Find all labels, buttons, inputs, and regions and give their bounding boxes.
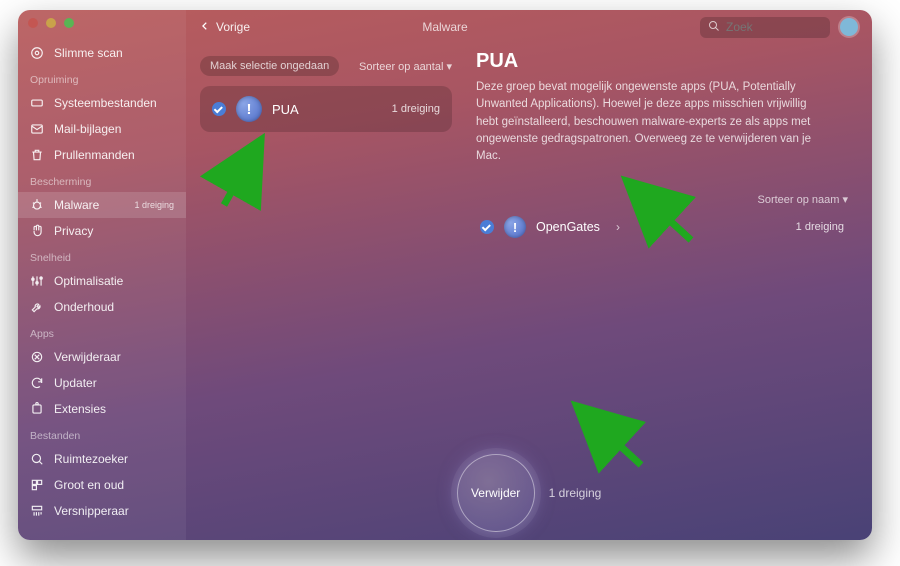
puzzle-icon bbox=[30, 402, 44, 416]
sidebar-heading: Bestanden bbox=[18, 422, 186, 446]
sidebar-item-space-lens[interactable]: Ruimtezoeker bbox=[18, 446, 186, 472]
account-avatar[interactable] bbox=[840, 18, 858, 36]
search-field[interactable] bbox=[700, 17, 830, 38]
sidebar-item-label: Prullenmanden bbox=[54, 148, 135, 162]
mail-icon bbox=[30, 122, 44, 136]
main-panel: Vorige Malware Maak selectie ongedaan So… bbox=[186, 10, 872, 540]
search-icon bbox=[708, 20, 720, 35]
sidebar-item-label: Extensies bbox=[54, 402, 106, 416]
sidebar-item-label: Malware bbox=[54, 198, 99, 212]
threat-item-row[interactable]: ! OpenGates › 1 dreiging bbox=[476, 206, 848, 248]
sidebar-item-label: Optimalisatie bbox=[54, 274, 123, 288]
threat-item-name: OpenGates bbox=[536, 220, 600, 234]
scan-icon bbox=[30, 46, 44, 60]
warning-icon: ! bbox=[504, 216, 526, 238]
threat-item-count: 1 dreiging bbox=[796, 221, 844, 233]
sidebar-item-uninstaller[interactable]: Verwijderaar bbox=[18, 344, 186, 370]
minimize-window-button[interactable] bbox=[46, 18, 56, 28]
deselect-all-button[interactable]: Maak selectie ongedaan bbox=[200, 56, 339, 76]
sidebar-item-label: Updater bbox=[54, 376, 97, 390]
sidebar-heading: Opruiming bbox=[18, 66, 186, 90]
topbar: Vorige Malware bbox=[186, 10, 872, 44]
chevron-right-icon: › bbox=[616, 220, 620, 234]
breadcrumb: Malware bbox=[200, 20, 690, 34]
boxes-icon bbox=[30, 478, 44, 492]
shredder-icon bbox=[30, 504, 44, 518]
sidebar-item-system-files[interactable]: Systeembestanden bbox=[18, 90, 186, 116]
hand-icon bbox=[30, 224, 44, 238]
sidebar-item-label: Slimme scan bbox=[54, 46, 123, 60]
sidebar-item-label: Ruimtezoeker bbox=[54, 452, 128, 466]
sidebar-item-malware[interactable]: Malware 1 dreiging bbox=[18, 192, 186, 218]
sidebar-heading: Snelheid bbox=[18, 244, 186, 268]
search-input[interactable] bbox=[726, 20, 822, 34]
detail-description: Deze groep bevat mogelijk ongewenste app… bbox=[476, 79, 816, 165]
threat-group-name: PUA bbox=[272, 102, 299, 117]
checkbox-checked-icon[interactable] bbox=[480, 220, 494, 234]
remove-button[interactable]: Verwijder bbox=[457, 454, 535, 532]
content-area: Maak selectie ongedaan Sorteer op aantal… bbox=[186, 44, 872, 540]
sidebar-item-label: Versnipperaar bbox=[54, 504, 129, 518]
refresh-icon bbox=[30, 376, 44, 390]
sidebar-item-mail-attachments[interactable]: Mail-bijlagen bbox=[18, 116, 186, 142]
window-controls bbox=[28, 18, 74, 28]
sidebar-item-label: Mail-bijlagen bbox=[54, 122, 121, 136]
sidebar-heading: Apps bbox=[18, 320, 186, 344]
zoom-window-button[interactable] bbox=[64, 18, 74, 28]
threat-list-panel: Maak selectie ongedaan Sorteer op aantal… bbox=[186, 44, 466, 540]
sidebar-item-optimization[interactable]: Optimalisatie bbox=[18, 268, 186, 294]
bug-icon bbox=[30, 198, 44, 212]
app-window: Slimme scan Opruiming Systeembestanden M… bbox=[18, 10, 872, 540]
sidebar-item-label: Groot en oud bbox=[54, 478, 124, 492]
sidebar-item-smart-scan[interactable]: Slimme scan bbox=[18, 40, 186, 66]
lens-icon bbox=[30, 452, 44, 466]
sidebar: Slimme scan Opruiming Systeembestanden M… bbox=[18, 10, 186, 540]
warning-icon: ! bbox=[236, 96, 262, 122]
trash-icon bbox=[30, 148, 44, 162]
sidebar-item-label: Verwijderaar bbox=[54, 350, 121, 364]
sliders-icon bbox=[30, 274, 44, 288]
sort-by-name-button[interactable]: Sorteer op naam ▾ bbox=[476, 193, 848, 206]
threat-group-count: 1 dreiging bbox=[392, 103, 440, 115]
sidebar-item-maintenance[interactable]: Onderhoud bbox=[18, 294, 186, 320]
sidebar-item-trash-bins[interactable]: Prullenmanden bbox=[18, 142, 186, 168]
wrench-icon bbox=[30, 300, 44, 314]
sidebar-item-label: Systeembestanden bbox=[54, 96, 157, 110]
sidebar-item-label: Onderhoud bbox=[54, 300, 114, 314]
sort-by-count-button[interactable]: Sorteer op aantal ▾ bbox=[359, 60, 452, 73]
threat-group-row[interactable]: ! PUA 1 dreiging bbox=[200, 86, 452, 132]
remove-button-label: Verwijder bbox=[471, 486, 520, 500]
detail-title: PUA bbox=[476, 50, 848, 73]
detail-panel: PUA Deze groep bevat mogelijk ongewenste… bbox=[466, 44, 872, 540]
sidebar-item-extensions[interactable]: Extensies bbox=[18, 396, 186, 422]
sidebar-item-large-old[interactable]: Groot en oud bbox=[18, 472, 186, 498]
sidebar-item-badge: 1 dreiging bbox=[134, 200, 174, 210]
sidebar-item-privacy[interactable]: Privacy bbox=[18, 218, 186, 244]
sidebar-item-label: Privacy bbox=[54, 224, 93, 238]
sidebar-item-updater[interactable]: Updater bbox=[18, 370, 186, 396]
checkbox-checked-icon[interactable] bbox=[212, 102, 226, 116]
sidebar-item-shredder[interactable]: Versnipperaar bbox=[18, 498, 186, 524]
drive-icon bbox=[30, 96, 44, 110]
sidebar-heading: Bescherming bbox=[18, 168, 186, 192]
uninstaller-icon bbox=[30, 350, 44, 364]
close-window-button[interactable] bbox=[28, 18, 38, 28]
